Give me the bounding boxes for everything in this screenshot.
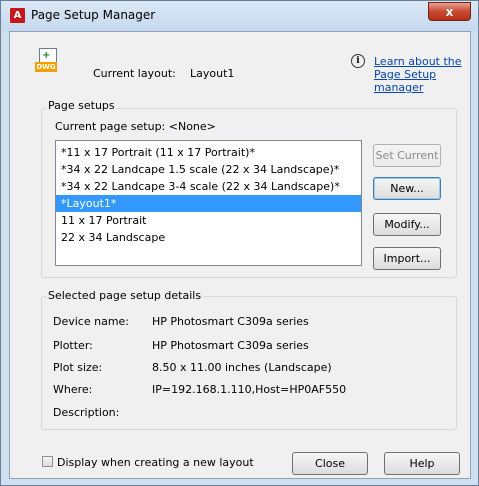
list-item[interactable]: *11 x 17 Portrait (11 x 17 Portrait)* <box>56 144 361 161</box>
display-on-new-layout-checkbox[interactable] <box>42 456 53 467</box>
plotter-label: Plotter: <box>53 339 93 352</box>
description-label: Description: <box>53 406 120 419</box>
list-item[interactable]: *34 x 22 Landcape 3-4 scale (22 x 34 Lan… <box>56 178 361 195</box>
device-name-label: Device name: <box>53 315 130 328</box>
page-setups-legend: Page setups <box>46 99 117 112</box>
new-button[interactable]: New... <box>373 177 441 200</box>
details-legend: Selected page setup details <box>46 289 204 302</box>
display-on-new-layout-label[interactable]: Display when creating a new layout <box>57 456 254 469</box>
title-bar[interactable]: A Page Setup Manager x <box>1 1 478 31</box>
current-page-setup-label: Current page setup: <None> <box>55 120 216 133</box>
current-layout-label: Current layout: <box>93 67 176 80</box>
import-button[interactable]: Import... <box>373 247 441 270</box>
dwg-file-icon: + DWG <box>35 48 57 72</box>
current-layout-value: Layout1 <box>190 67 235 80</box>
help-button[interactable]: Help <box>384 452 460 475</box>
modify-button[interactable]: Modify... <box>373 213 441 236</box>
list-item[interactable]: *34 x 22 Landcape 1.5 scale (22 x 34 Lan… <box>56 161 361 178</box>
window-title: Page Setup Manager <box>31 8 156 22</box>
where-label: Where: <box>53 383 93 396</box>
close-button[interactable]: Close <box>292 452 368 475</box>
plot-size-label: Plot size: <box>53 361 103 374</box>
plotter-value: HP Photosmart C309a series <box>152 339 309 352</box>
list-item[interactable]: 22 x 34 Landscape <box>56 229 361 246</box>
page-setups-list[interactable]: *11 x 17 Portrait (11 x 17 Portrait)* *3… <box>55 140 362 266</box>
list-item[interactable]: 11 x 17 Portrait <box>56 212 361 229</box>
close-window-button[interactable]: x <box>428 2 471 21</box>
list-item-selected[interactable]: *Layout1* <box>56 195 361 212</box>
autocad-app-icon: A <box>10 8 25 23</box>
learn-about-page-setup-link[interactable]: Learn about the Page Setup manager <box>374 55 478 94</box>
device-name-value: HP Photosmart C309a series <box>152 315 309 328</box>
set-current-button[interactable]: Set Current <box>373 144 441 167</box>
plot-size-value: 8.50 x 11.00 inches (Landscape) <box>152 361 332 374</box>
where-value: IP=192.168.1.110,Host=HP0AF550 <box>152 383 347 396</box>
info-icon: i <box>351 54 365 68</box>
